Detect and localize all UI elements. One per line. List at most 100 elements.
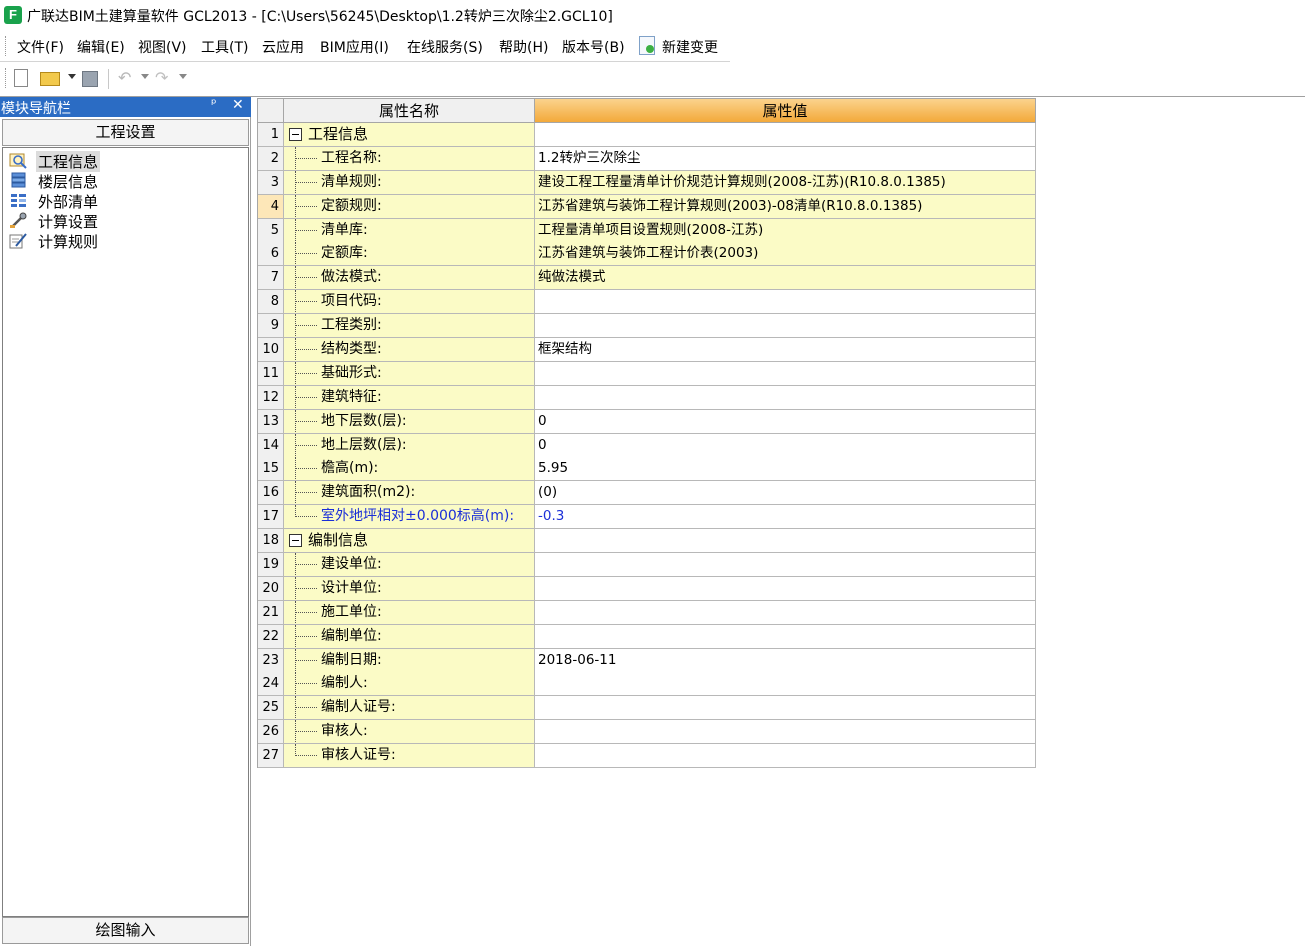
property-value-cell[interactable] [535, 290, 1036, 315]
menubar-grip[interactable] [5, 36, 8, 56]
property-name-cell[interactable]: 编制单位: [284, 624, 535, 649]
property-name-cell[interactable]: 清单库: [284, 218, 535, 243]
table-row[interactable]: 8 项目代码: [258, 290, 1036, 315]
row-number[interactable]: 16 [258, 481, 284, 506]
property-name-cell[interactable]: 编制人证号: [284, 696, 535, 721]
table-row[interactable]: 24 编制人: [258, 672, 1036, 697]
table-row[interactable]: 17 室外地坪相对±0.000标高(m): -0.3 [258, 505, 1036, 530]
property-name-cell[interactable]: 编制人: [284, 672, 535, 697]
property-value-cell[interactable] [535, 672, 1036, 697]
table-row[interactable]: 19 建设单位: [258, 553, 1036, 578]
table-row[interactable]: 20 设计单位: [258, 576, 1036, 601]
property-value-cell[interactable]: 工程量清单项目设置规则(2008-江苏) [535, 218, 1036, 243]
table-row[interactable]: 18 编制信息 [258, 529, 1036, 554]
property-value-cell[interactable] [535, 123, 1036, 147]
property-name-cell[interactable]: 地上层数(层): [284, 433, 535, 458]
property-value-cell[interactable]: 2018-06-11 [535, 648, 1036, 673]
property-name-cell[interactable]: 地下层数(层): [284, 409, 535, 434]
property-value-cell[interactable] [535, 576, 1036, 601]
row-number[interactable]: 2 [258, 146, 284, 171]
table-row[interactable]: 14 地上层数(层): 0 [258, 433, 1036, 458]
property-name-cell[interactable]: 檐高(m): [284, 457, 535, 482]
row-number[interactable]: 6 [258, 242, 284, 267]
table-row[interactable]: 4 定额规则: 江苏省建筑与装饰工程计算规则(2003)-08清单(R10.8.0.… [258, 194, 1036, 219]
menu-bim[interactable]: BIM应用(I) [320, 37, 389, 57]
table-row[interactable]: 1 工程信息 [258, 123, 1036, 147]
row-number[interactable]: 5 [258, 218, 284, 243]
property-name-cell[interactable]: 做法模式: [284, 266, 535, 291]
property-name-cell[interactable]: 编制信息 [284, 529, 535, 554]
property-value-cell[interactable]: 0 [535, 409, 1036, 434]
row-number[interactable]: 20 [258, 576, 284, 601]
row-number[interactable]: 8 [258, 290, 284, 315]
row-number[interactable]: 18 [258, 529, 284, 554]
property-value-cell[interactable]: 1.2转炉三次除尘 [535, 146, 1036, 171]
redo-dropdown-icon[interactable] [179, 74, 187, 79]
property-name-cell[interactable]: 定额库: [284, 242, 535, 267]
property-value-cell[interactable] [535, 744, 1036, 769]
property-value-cell[interactable] [535, 600, 1036, 625]
property-name-cell[interactable]: 施工单位: [284, 600, 535, 625]
property-name-cell[interactable]: 基础形式: [284, 361, 535, 386]
table-row[interactable]: 10 结构类型: 框架结构 [258, 338, 1036, 363]
property-name-cell[interactable]: 编制日期: [284, 648, 535, 673]
table-row[interactable]: 26 审核人: [258, 720, 1036, 745]
menu-help[interactable]: 帮助(H) [499, 37, 548, 57]
toolbar-grip[interactable] [5, 68, 8, 88]
table-row[interactable]: 15 檐高(m): 5.95 [258, 457, 1036, 482]
header-property-value[interactable]: 属性值 [535, 99, 1036, 123]
row-number[interactable]: 11 [258, 361, 284, 386]
row-number[interactable]: 23 [258, 648, 284, 673]
menu-online-service[interactable]: 在线服务(S) [407, 37, 483, 57]
property-value-cell[interactable]: 江苏省建筑与装饰工程计算规则(2003)-08清单(R10.8.0.1385) [535, 194, 1036, 219]
menu-new-change[interactable]: 新建变更 [662, 37, 718, 57]
new-file-icon[interactable] [14, 69, 28, 87]
redo-icon[interactable]: ↷ [155, 69, 173, 87]
table-row[interactable]: 7 做法模式: 纯做法模式 [258, 266, 1036, 291]
property-name-cell[interactable]: 建设单位: [284, 553, 535, 578]
menu-view[interactable]: 视图(V) [138, 37, 187, 57]
open-dropdown-icon[interactable] [68, 74, 76, 79]
menu-edit[interactable]: 编辑(E) [77, 37, 125, 57]
table-row[interactable]: 5 清单库: 工程量清单项目设置规则(2008-江苏) [258, 218, 1036, 243]
property-name-cell[interactable]: 设计单位: [284, 576, 535, 601]
nav-section-project-settings[interactable]: 工程设置 [2, 119, 249, 146]
row-number[interactable]: 14 [258, 433, 284, 458]
new-change-icon[interactable] [639, 36, 655, 55]
table-row[interactable]: 9 工程类别: [258, 314, 1036, 339]
property-value-cell[interactable] [535, 720, 1036, 745]
property-value-cell[interactable] [535, 385, 1036, 410]
property-name-cell[interactable]: 清单规则: [284, 170, 535, 195]
menu-version[interactable]: 版本号(B) [562, 37, 625, 57]
open-folder-icon[interactable] [40, 72, 60, 86]
table-row[interactable]: 16 建筑面积(m2): (0) [258, 481, 1036, 506]
close-icon[interactable]: ✕ [232, 97, 244, 113]
save-icon[interactable] [82, 71, 98, 87]
row-number[interactable]: 24 [258, 672, 284, 697]
table-row[interactable]: 3 清单规则: 建设工程工程量清单计价规范计算规则(2008-江苏)(R10.8.0… [258, 170, 1036, 195]
property-value-cell[interactable] [535, 361, 1036, 386]
property-value-cell[interactable] [535, 553, 1036, 578]
table-row[interactable]: 2 工程名称: 1.2转炉三次除尘 [258, 146, 1036, 171]
property-name-cell[interactable]: 工程名称: [284, 146, 535, 171]
row-number[interactable]: 25 [258, 696, 284, 721]
property-value-cell[interactable]: 纯做法模式 [535, 266, 1036, 291]
row-number[interactable]: 13 [258, 409, 284, 434]
table-row[interactable]: 23 编制日期: 2018-06-11 [258, 648, 1036, 673]
property-name-cell[interactable]: 工程信息 [284, 123, 535, 147]
property-name-cell[interactable]: 审核人: [284, 720, 535, 745]
header-property-name[interactable]: 属性名称 [284, 99, 535, 123]
collapse-icon[interactable] [289, 534, 302, 548]
property-name-cell[interactable]: 建筑特征: [284, 385, 535, 410]
table-row[interactable]: 12 建筑特征: [258, 385, 1036, 410]
property-value-cell[interactable]: 建设工程工程量清单计价规范计算规则(2008-江苏)(R10.8.0.1385) [535, 170, 1036, 195]
row-number[interactable]: 1 [258, 123, 284, 147]
property-name-cell[interactable]: 定额规则: [284, 194, 535, 219]
row-number[interactable]: 26 [258, 720, 284, 745]
property-value-cell[interactable]: 5.95 [535, 457, 1036, 482]
property-value-cell[interactable] [535, 624, 1036, 649]
row-number[interactable]: 4 [258, 194, 284, 219]
nav-tab-drawing-input[interactable]: 绘图输入 [2, 917, 249, 944]
property-value-cell[interactable]: 江苏省建筑与装饰工程计价表(2003) [535, 242, 1036, 267]
property-name-cell[interactable]: 建筑面积(m2): [284, 481, 535, 506]
